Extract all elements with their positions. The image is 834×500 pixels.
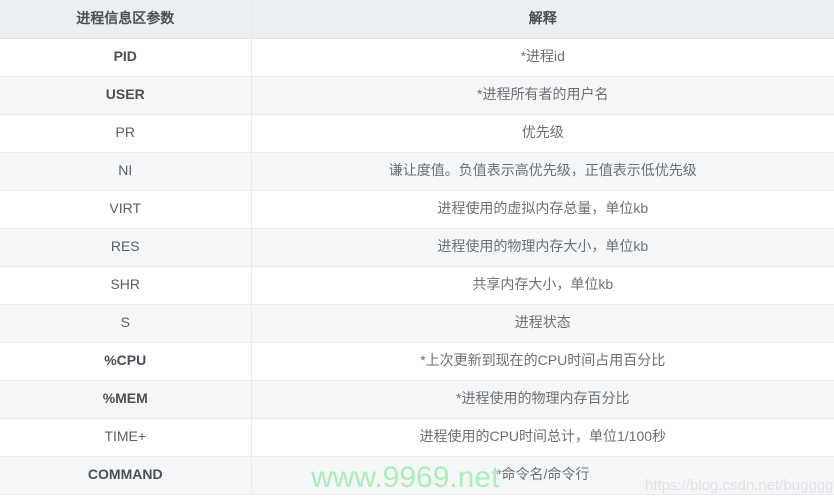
param-description-cell: 谦让度值。负值表示高优先级，正值表示低优先级	[251, 152, 834, 191]
table-row: VIRT 进程使用的虚拟内存总量，单位kb	[0, 190, 834, 229]
param-description-cell: 进程使用的物理内存大小，单位kb	[251, 228, 834, 267]
table-row: PR 优先级	[0, 114, 834, 153]
param-description-cell: 优先级	[251, 114, 834, 153]
table-header: 进程信息区参数 解释	[0, 0, 834, 39]
param-name-cell: NI	[0, 152, 252, 191]
param-description-cell: *进程id	[251, 38, 834, 77]
param-description-cell: *命令名/命令行	[251, 456, 834, 495]
table-row: PID *进程id	[0, 38, 834, 77]
column-header-param: 进程信息区参数	[0, 0, 252, 39]
param-description-cell: 共享内存大小，单位kb	[251, 266, 834, 305]
table-header-row: 进程信息区参数 解释	[0, 0, 834, 39]
table-row: TIME+ 进程使用的CPU时间总计，单位1/100秒	[0, 418, 834, 457]
param-description-cell: 进程使用的虚拟内存总量，单位kb	[251, 190, 834, 229]
table-row: S 进程状态	[0, 304, 834, 343]
param-name-cell: %CPU	[0, 342, 252, 381]
table-body: PID *进程id USER *进程所有者的用户名 PR 优先级 NI 谦让度值。负值表示高优…	[0, 38, 834, 495]
column-header-desc: 解释	[251, 0, 834, 39]
param-description-cell: *进程使用的物理内存百分比	[251, 380, 834, 419]
param-name-cell: VIRT	[0, 190, 252, 229]
table-row: USER *进程所有者的用户名	[0, 76, 834, 115]
table-row: COMMAND *命令名/命令行	[0, 456, 834, 495]
param-name-cell: PR	[0, 114, 252, 153]
table-row: NI 谦让度值。负值表示高优先级，正值表示低优先级	[0, 152, 834, 191]
param-name-cell: COMMAND	[0, 456, 252, 495]
param-description-cell: 进程状态	[251, 304, 834, 343]
table-row: SHR 共享内存大小，单位kb	[0, 266, 834, 305]
param-name-cell: S	[0, 304, 252, 343]
process-info-param-table: 进程信息区参数 解释 PID *进程id USER *进程所有者的用户名 PR 优先级 NI…	[0, 0, 834, 495]
param-name-cell: PID	[0, 38, 252, 77]
table-container: 进程信息区参数 解释 PID *进程id USER *进程所有者的用户名 PR 优先级 NI…	[0, 0, 834, 500]
param-name-cell: RES	[0, 228, 252, 267]
param-name-cell: TIME+	[0, 418, 252, 457]
param-description-cell: *进程所有者的用户名	[251, 76, 834, 115]
param-description-cell: *上次更新到现在的CPU时间占用百分比	[251, 342, 834, 381]
param-name-cell: SHR	[0, 266, 252, 305]
table-row: RES 进程使用的物理内存大小，单位kb	[0, 228, 834, 267]
param-name-cell: USER	[0, 76, 252, 115]
param-name-cell: %MEM	[0, 380, 252, 419]
table-row: %MEM *进程使用的物理内存百分比	[0, 380, 834, 419]
table-row: %CPU *上次更新到现在的CPU时间占用百分比	[0, 342, 834, 381]
param-description-cell: 进程使用的CPU时间总计，单位1/100秒	[251, 418, 834, 457]
